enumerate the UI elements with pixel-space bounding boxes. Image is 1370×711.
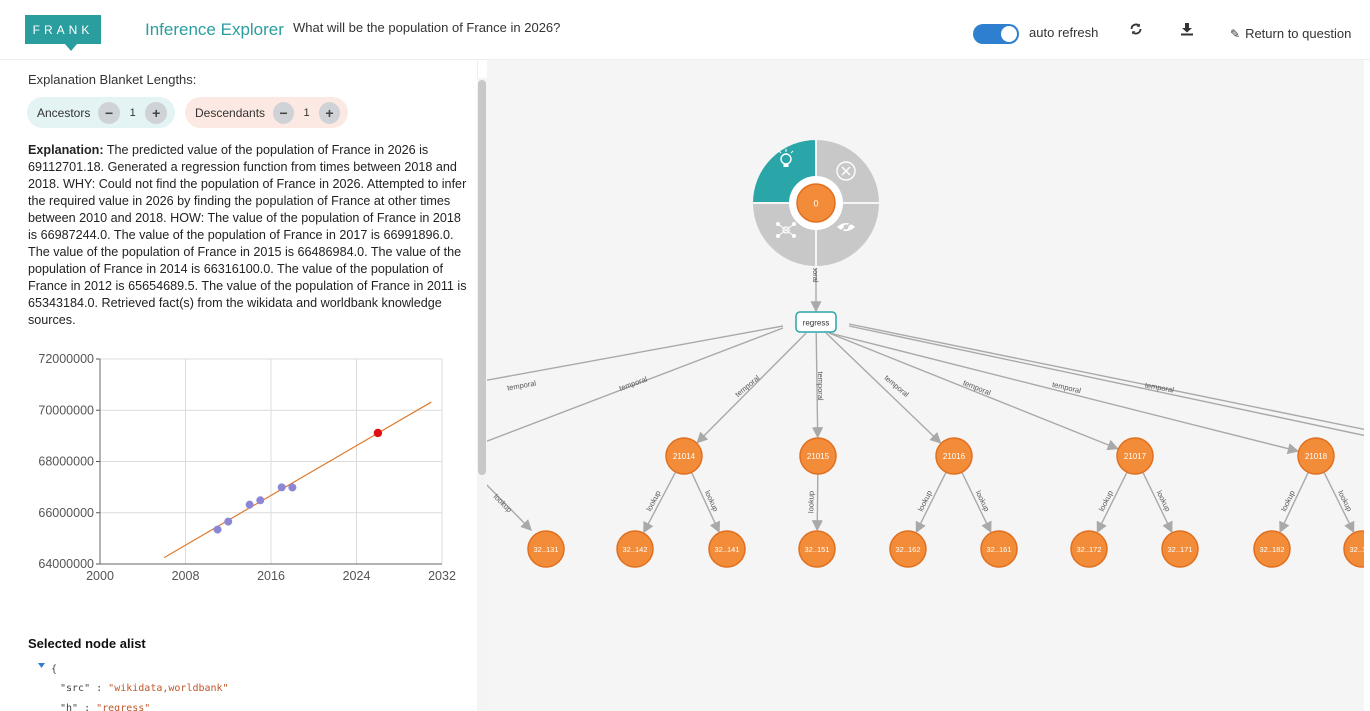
data-point	[224, 517, 233, 526]
y-tick-label: 72000000	[38, 352, 94, 366]
y-tick-label: 70000000	[38, 403, 94, 417]
ancestors-minus-button[interactable]: −	[98, 101, 120, 124]
inference-graph-canvas[interactable]: temporal temporal temporal temporal temporal…	[487, 60, 1364, 711]
data-point	[256, 496, 265, 505]
leaf-node-label: 32..141	[714, 545, 739, 554]
descendants-control: Descendants − 1 +	[185, 97, 348, 128]
x-tick-label: 2000	[86, 569, 114, 583]
data-point	[245, 500, 254, 509]
left-scrollbar-thumb[interactable]	[478, 80, 486, 475]
app-title: Inference Explorer	[145, 20, 284, 39]
regression-chart-svg: 2000 2008 2016 2024 2032 64000000 66000000 6800…	[38, 352, 456, 583]
auto-refresh-label: auto refresh	[1029, 25, 1099, 40]
edge-label: temporal	[883, 373, 911, 399]
data-point	[277, 483, 286, 492]
blanket-title: Explanation Blanket Lengths:	[28, 72, 197, 87]
ancestors-label: Ancestors	[37, 105, 91, 120]
explanation-label: Explanation:	[28, 143, 104, 157]
ancestors-control: Ancestors − 1 +	[27, 97, 175, 128]
leaf-node-label: 32..172	[1076, 545, 1101, 554]
edge-label: temporal	[506, 379, 537, 393]
logo-text: FRANK	[33, 23, 94, 37]
y-tick-label: 66000000	[38, 506, 94, 520]
descendants-label: Descendants	[195, 105, 266, 120]
alist-title: Selected node alist	[28, 636, 146, 651]
y-tick-label: 68000000	[38, 455, 94, 469]
edge-label: temporal	[816, 371, 825, 401]
explanation-text: Explanation: The predicted value of the …	[28, 142, 468, 329]
regression-line	[163, 401, 432, 559]
graph-node-label: 21014	[673, 452, 696, 461]
collapse-caret-icon[interactable]	[37, 662, 47, 670]
leaf-node-label: 32..171	[1167, 545, 1192, 554]
data-point	[213, 525, 222, 534]
leaf-node-label: 32..142	[622, 545, 647, 554]
alist-src-line: "src" : "wikidata,worldbank"	[60, 683, 229, 694]
x-tick-label: 2032	[428, 569, 456, 583]
return-to-question-button[interactable]: ✎ Return to question	[1230, 26, 1351, 41]
root-node-label: 0	[813, 199, 818, 209]
edge-label: temporal	[618, 374, 649, 393]
x-tick-label: 2008	[172, 569, 200, 583]
refresh-icon[interactable]	[1128, 22, 1144, 40]
auto-refresh-toggle[interactable]	[973, 24, 1019, 44]
edit-icon: ✎	[1230, 27, 1241, 41]
graph-edge	[848, 323, 1364, 431]
question-text: What will be the population of France in…	[293, 20, 561, 35]
leaf-node-label: 32..131	[533, 545, 558, 554]
graph-node-label: 21015	[807, 452, 830, 461]
graph-node-label: 21017	[1124, 452, 1147, 461]
leaf-node-label: 32..151	[804, 545, 829, 554]
edge-label: temporal	[962, 378, 993, 397]
explanation-body: The predicted value of the population of…	[28, 143, 467, 327]
y-tick-label: 64000000	[38, 557, 94, 571]
download-icon[interactable]	[1179, 22, 1195, 40]
x-tick-label: 2024	[343, 569, 371, 583]
leaf-node-label: 32..161	[986, 545, 1011, 554]
return-label: Return to question	[1245, 26, 1352, 41]
inference-graph-svg[interactable]: temporal temporal temporal temporal temporal…	[487, 60, 1364, 711]
alist-open-brace: {	[51, 664, 58, 675]
leaf-node-label: 32..182	[1259, 545, 1284, 554]
right-scrollbar[interactable]	[1364, 60, 1370, 711]
leaf-node-label: 32..162	[895, 545, 920, 554]
x-tick-label: 2016	[257, 569, 285, 583]
graph-edge	[487, 325, 784, 381]
explanation-panel: Explanation Blanket Lengths: Ancestors −…	[0, 60, 478, 711]
graph-node-label: 21018	[1305, 452, 1328, 461]
data-point	[288, 483, 297, 492]
ancestors-value: 1	[129, 106, 136, 119]
graph-node-label: 21016	[943, 452, 966, 461]
prediction-point	[373, 428, 383, 438]
graph-edge	[848, 325, 1364, 437]
leaf-node-label: 32..181	[1349, 545, 1364, 554]
frank-logo[interactable]: FRANK	[25, 15, 101, 51]
edge-label: lookup	[806, 491, 815, 513]
descendants-minus-button[interactable]: −	[273, 101, 295, 124]
descendants-plus-button[interactable]: +	[318, 101, 341, 124]
edge-label: lookup	[492, 492, 514, 514]
edge-label: temporal	[733, 373, 761, 399]
top-bar: FRANK Inference Explorer What will be th…	[0, 0, 1370, 60]
alist-h-line: "h" : "regress"	[60, 703, 151, 711]
regress-node-label: regress	[803, 319, 830, 328]
ancestors-plus-button[interactable]: +	[145, 101, 168, 124]
regression-chart: 2000 2008 2016 2024 2032 64000000 66000000 6800…	[28, 349, 477, 589]
graph-edge	[811, 473, 823, 532]
graph-edge	[825, 332, 942, 444]
descendants-value: 1	[303, 106, 310, 119]
